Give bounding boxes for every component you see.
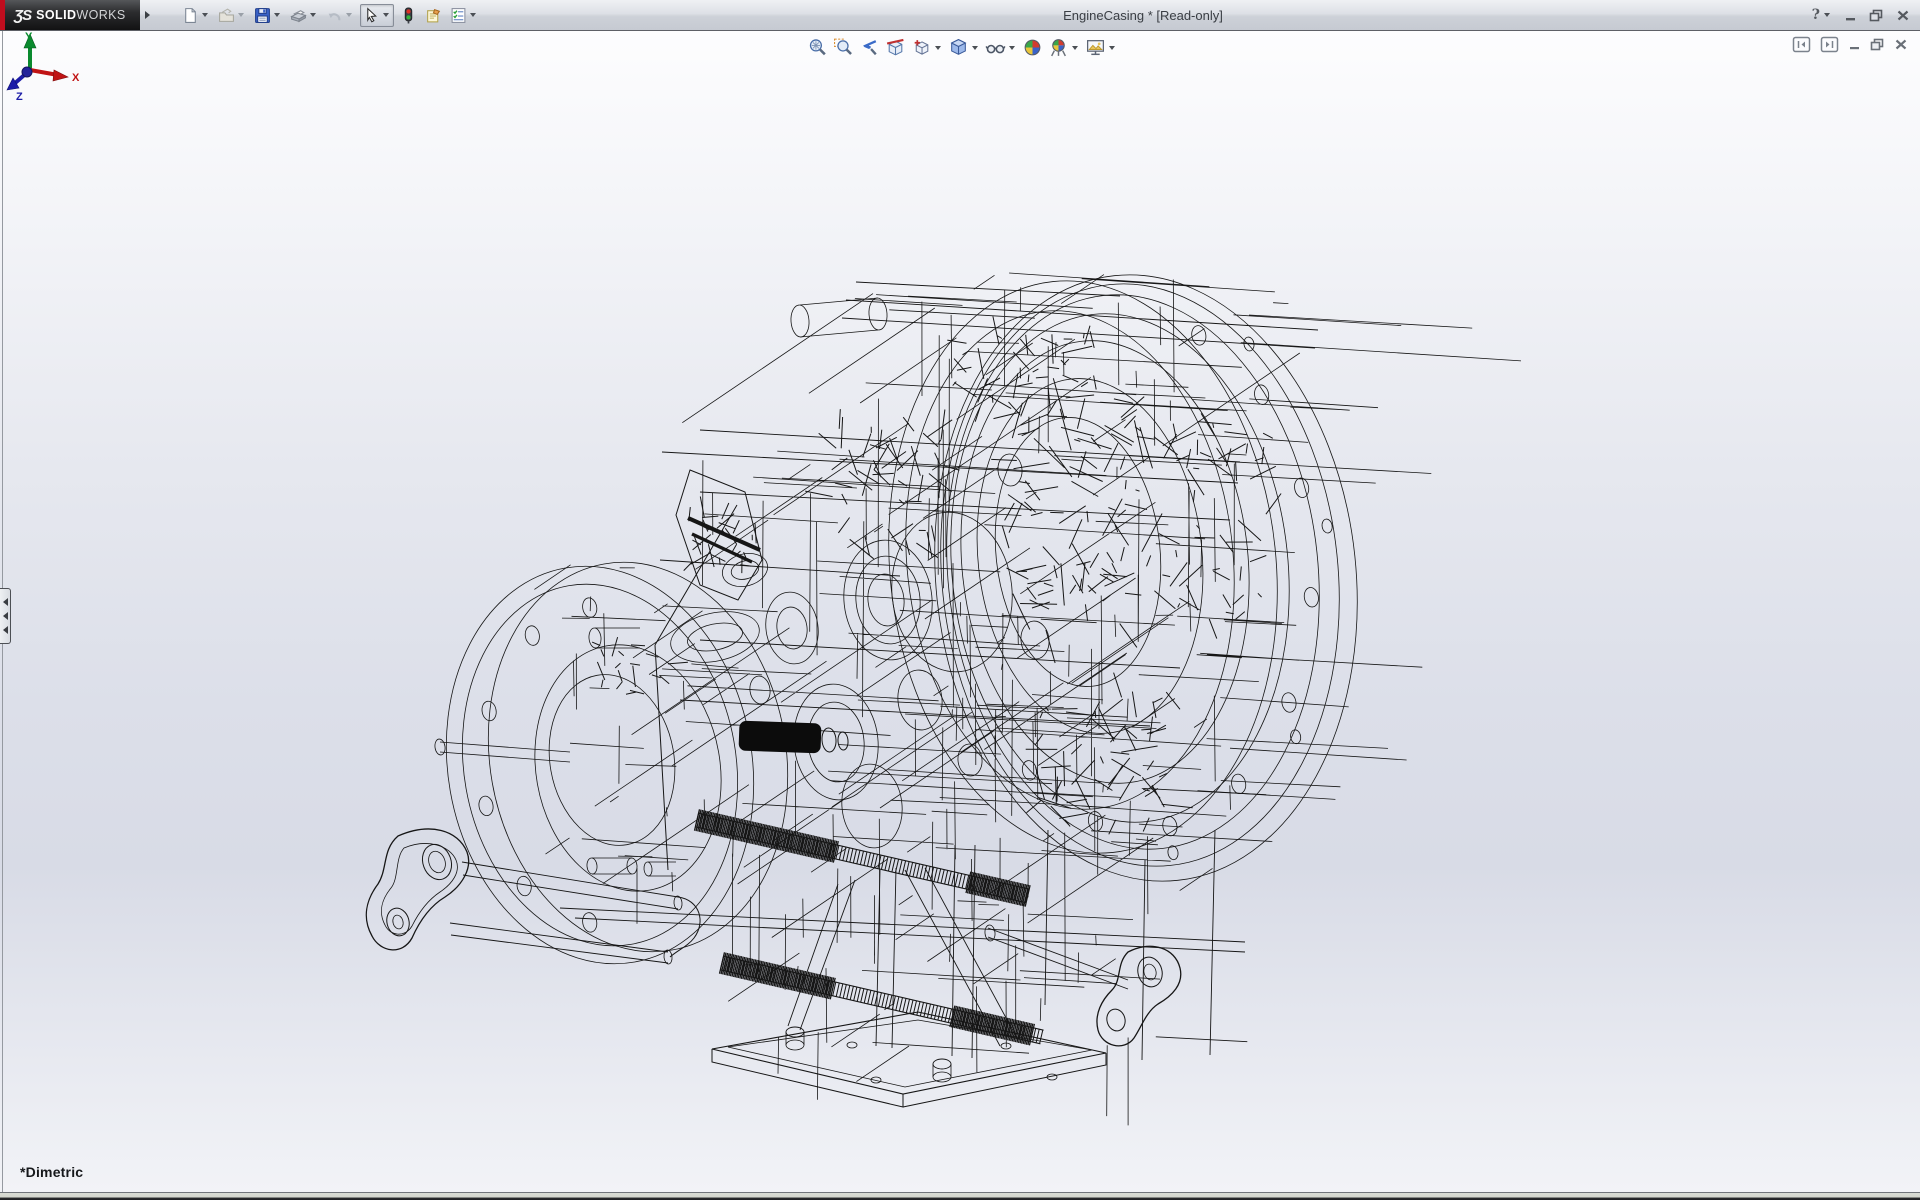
rebuild-button[interactable]	[398, 5, 419, 26]
solidworks-logo: ƷS SOLIDWORKS	[0, 0, 140, 30]
zoom-to-area-button[interactable]	[832, 36, 855, 59]
options-checklist-icon	[450, 7, 467, 24]
dropdown-caret-icon[interactable]	[346, 13, 352, 17]
section-view-icon	[885, 37, 906, 58]
dropdown-caret-icon[interactable]	[935, 46, 941, 50]
pane-left-button[interactable]	[1792, 36, 1811, 53]
dropdown-caret-icon[interactable]	[238, 13, 244, 17]
hide-show-items-button[interactable]	[984, 36, 1018, 59]
dropdown-caret-icon[interactable]	[1824, 13, 1830, 17]
save-floppy-icon	[254, 7, 271, 24]
eyeglasses-icon	[985, 37, 1006, 58]
print-button[interactable]	[288, 5, 320, 26]
new-document-icon	[182, 7, 199, 24]
apply-scene-button[interactable]	[1047, 36, 1081, 59]
open-folder-icon	[218, 7, 235, 24]
solidworks-logo-name: SOLIDWORKS	[36, 8, 125, 22]
triad-x-label: X	[72, 72, 80, 84]
minimize-button[interactable]	[1844, 9, 1857, 22]
edit-appearance-button[interactable]	[1021, 36, 1044, 59]
graphics-area[interactable]: Y X Z *Dimetric	[0, 30, 1920, 1192]
view-orientation-icon	[911, 37, 932, 58]
display-style-button[interactable]	[947, 36, 981, 59]
dropdown-caret-icon[interactable]	[310, 13, 316, 17]
minimize-icon	[1848, 38, 1861, 51]
document-window-controls	[1792, 36, 1908, 53]
pane-right-icon	[1820, 36, 1839, 53]
file-properties-icon	[425, 7, 442, 24]
menu-flyout-button[interactable]	[140, 0, 154, 30]
dropdown-caret-icon[interactable]	[1072, 46, 1078, 50]
reference-triad: Y X Z	[0, 30, 90, 105]
traffic-light-icon	[400, 7, 417, 24]
close-icon	[1896, 9, 1910, 22]
pane-left-icon	[1792, 36, 1811, 53]
doc-minimize-button[interactable]	[1848, 38, 1861, 51]
section-view-button[interactable]	[884, 36, 907, 59]
right-arrow-icon	[145, 11, 150, 19]
previous-view-icon	[859, 37, 880, 58]
help-icon: ?	[1812, 7, 1820, 23]
left-arrow-icon	[3, 626, 8, 634]
view-settings-icon	[1085, 37, 1106, 58]
title-bar: ƷS SOLIDWORKS	[0, 0, 1920, 31]
undo-button[interactable]	[324, 5, 356, 26]
left-arrow-icon	[3, 598, 8, 606]
restore-button[interactable]	[1869, 9, 1884, 22]
engine-casing-wireframe-model	[0, 30, 1920, 1192]
triad-z-label: Z	[16, 91, 23, 103]
dropdown-caret-icon[interactable]	[1009, 46, 1015, 50]
solidworks-logo-glyph: ƷS	[14, 7, 31, 24]
dropdown-caret-icon[interactable]	[274, 13, 280, 17]
select-cursor-icon	[363, 7, 380, 24]
close-button[interactable]	[1896, 9, 1910, 22]
logo-name-bold: SOLID	[36, 8, 76, 22]
dropdown-caret-icon[interactable]	[972, 46, 978, 50]
triad-y-label: Y	[25, 31, 33, 43]
window-bottom-border	[0, 1192, 1920, 1200]
left-arrow-icon	[3, 612, 8, 620]
minimize-icon	[1844, 9, 1857, 22]
featuremanager-flyout-tab[interactable]	[0, 588, 11, 644]
select-button[interactable]	[360, 4, 394, 27]
options-button[interactable]	[448, 5, 480, 26]
printer-icon	[290, 7, 307, 24]
zoom-to-area-icon	[833, 37, 854, 58]
dropdown-caret-icon[interactable]	[202, 13, 208, 17]
view-orientation-button[interactable]	[910, 36, 944, 59]
doc-restore-button[interactable]	[1870, 38, 1885, 51]
titlebar-controls: ?	[1812, 0, 1910, 30]
view-settings-button[interactable]	[1084, 36, 1118, 59]
help-button[interactable]: ?	[1812, 7, 1832, 23]
zoom-to-fit-icon	[807, 37, 828, 58]
doc-close-button[interactable]	[1894, 38, 1908, 51]
previous-view-button[interactable]	[858, 36, 881, 59]
undo-arrow-icon	[326, 7, 343, 24]
close-icon	[1894, 38, 1908, 51]
dropdown-caret-icon[interactable]	[383, 13, 389, 17]
dropdown-caret-icon[interactable]	[1109, 46, 1115, 50]
display-style-icon	[948, 37, 969, 58]
restore-icon	[1870, 38, 1885, 51]
headsup-view-toolbar	[806, 36, 1118, 59]
file-properties-button[interactable]	[423, 5, 444, 26]
window-title: EngineCasing * [Read-only]	[1063, 8, 1223, 23]
logo-name-regular: WORKS	[76, 8, 125, 22]
new-document-button[interactable]	[180, 5, 212, 26]
pane-right-button[interactable]	[1820, 36, 1839, 53]
view-orientation-label: *Dimetric	[20, 1164, 83, 1180]
zoom-to-fit-button[interactable]	[806, 36, 829, 59]
restore-icon	[1869, 9, 1884, 22]
main-toolbar	[180, 4, 480, 27]
open-button[interactable]	[216, 5, 248, 26]
save-button[interactable]	[252, 5, 284, 26]
dropdown-caret-icon[interactable]	[470, 13, 476, 17]
appearance-ball-icon	[1022, 37, 1043, 58]
apply-scene-icon	[1048, 37, 1069, 58]
